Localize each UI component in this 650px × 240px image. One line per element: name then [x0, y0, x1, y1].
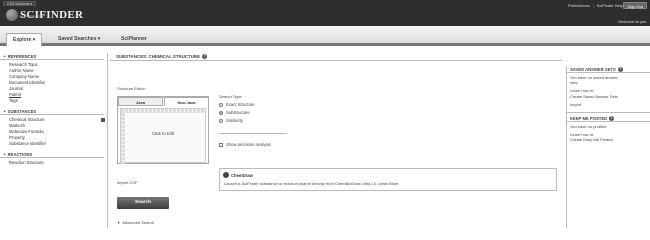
logo-subtitle: A CAS SOLUTION	[20, 14, 44, 18]
scifinder-logo-icon	[6, 9, 18, 21]
references-title: REFERENCES	[7, 53, 37, 59]
help-menu[interactable]: SciFinder Help ▾	[597, 3, 626, 8]
main-content: SUBSTANCES: CHEMICAL STRUCTURE ? Structu…	[110, 53, 562, 228]
keep-me-posted-title: KEEP ME POSTED	[570, 115, 608, 121]
chemdraw-logo-icon	[223, 172, 229, 178]
radio-label: Substructure	[226, 110, 250, 115]
editor-toolbar	[121, 109, 205, 113]
radio-label: Similarity	[226, 118, 243, 123]
drawing-canvas[interactable]: Click to Edit	[120, 108, 206, 164]
top-header: CAS Solutions ▾ SCIFINDER A CAS SOLUTION…	[0, 0, 650, 26]
search-type-label: Search Type:	[219, 94, 243, 99]
chemdraw-header: ChemDraw	[223, 172, 253, 178]
structure-editor: Java Non-Java Click to Edit	[117, 96, 209, 164]
chemdraw-title: ChemDraw	[231, 172, 253, 178]
radio-button[interactable]	[219, 102, 223, 107]
help-icon[interactable]: ?	[609, 115, 615, 121]
welcome-text: Welcome liu yan	[618, 20, 646, 24]
substances-section-header[interactable]: ▲ SUBSTANCES	[0, 108, 104, 115]
create-keep-me-posted-link[interactable]: Create Keep Me Posted	[567, 137, 650, 142]
tab-non-java[interactable]: Non-Java	[164, 97, 209, 106]
saved-answer-sets-title: SAVED ANSWER SETS	[570, 66, 616, 72]
radio-exact-structure[interactable]: Exact Structure	[219, 102, 255, 107]
tab-sciplanner[interactable]: SciPlanner	[115, 33, 153, 46]
saved-answer-sets-header: SAVED ANSWER SETS ?	[567, 66, 650, 73]
divider	[567, 112, 650, 114]
header-links: Preferences | SciFinder Help ▾	[568, 3, 626, 8]
reactions-title: REACTIONS	[7, 151, 33, 157]
cas-solutions-menu[interactable]: CAS Solutions ▾	[3, 1, 37, 6]
tab-explore[interactable]: Explore ▾	[6, 33, 43, 46]
page-title: SUBSTANCES: CHEMICAL STRUCTURE ?	[110, 53, 562, 61]
page-title-text: SUBSTANCES: CHEMICAL STRUCTURE	[116, 53, 200, 59]
search-button[interactable]: Search	[117, 197, 169, 209]
tab-java[interactable]: Java	[118, 97, 163, 106]
import-link[interactable]: Import	[567, 102, 650, 107]
collapse-triangle-icon: ▲	[3, 152, 7, 156]
collapse-triangle-icon: ▲	[3, 109, 7, 113]
substances-title: SUBSTANCES	[7, 108, 37, 114]
radio-label: Exact Structure	[226, 102, 255, 107]
help-icon[interactable]: ?	[617, 66, 623, 72]
scifinder-logo[interactable]: SCIFINDER	[6, 8, 83, 22]
advanced-search-label: Advanced Search	[122, 220, 154, 225]
sidebar: ▲ REFERENCES Research Topic Author Name …	[0, 53, 108, 228]
precision-analysis-checkbox[interactable]: Show precision analysis	[219, 142, 271, 147]
help-icon[interactable]: ?	[202, 54, 207, 59]
divider	[219, 133, 287, 134]
checkbox[interactable]	[219, 142, 223, 147]
references-section-header[interactable]: ▲ REFERENCES	[0, 53, 104, 60]
chemdraw-text[interactable]: Launch a SciFinder substance or reaction…	[224, 181, 399, 186]
main-nav: Explore ▾ Saved Searches ▾ SciPlanner	[0, 26, 650, 46]
keep-me-posted-header: KEEP ME POSTED ?	[567, 115, 650, 123]
radio-button[interactable]	[219, 110, 223, 115]
advanced-search-toggle[interactable]: ▼ Advanced Search	[117, 220, 154, 225]
collapse-triangle-icon: ▲	[3, 54, 7, 58]
chevron-down-icon: ▼	[117, 220, 121, 225]
sign-out-button[interactable]: Sign Out	[623, 2, 647, 9]
radio-substructure[interactable]: Substructure	[219, 110, 250, 115]
radio-button[interactable]	[219, 118, 223, 123]
header-separator: |	[592, 3, 594, 8]
sidebar-item-label: Chemical Structure	[9, 117, 45, 122]
sidebar-item-reaction-structure[interactable]: Reaction Structure	[0, 160, 107, 166]
radio-similarity[interactable]: Similarity	[219, 118, 243, 123]
import-cxf-link[interactable]: Import CXF	[117, 180, 137, 185]
tab-saved-searches[interactable]: Saved Searches ▾	[52, 33, 106, 46]
preferences-link[interactable]: Preferences	[568, 3, 590, 8]
checkbox-label: Show precision analysis	[226, 142, 271, 147]
selected-indicator	[101, 118, 105, 122]
sidebar-item-chemical-structure[interactable]: Chemical Structure	[0, 117, 107, 123]
editor-side-toolbar	[121, 113, 125, 164]
reactions-section-header[interactable]: ▲ REACTIONS	[0, 151, 104, 158]
right-panel: SAVED ANSWER SETS ? You have no saved an…	[566, 66, 650, 228]
click-to-edit-label: Click to Edit	[151, 131, 175, 136]
structure-editor-label: Structure Editor:	[117, 86, 146, 91]
chemdraw-promo: ChemDraw Launch a SciFinder substance or…	[219, 168, 557, 191]
